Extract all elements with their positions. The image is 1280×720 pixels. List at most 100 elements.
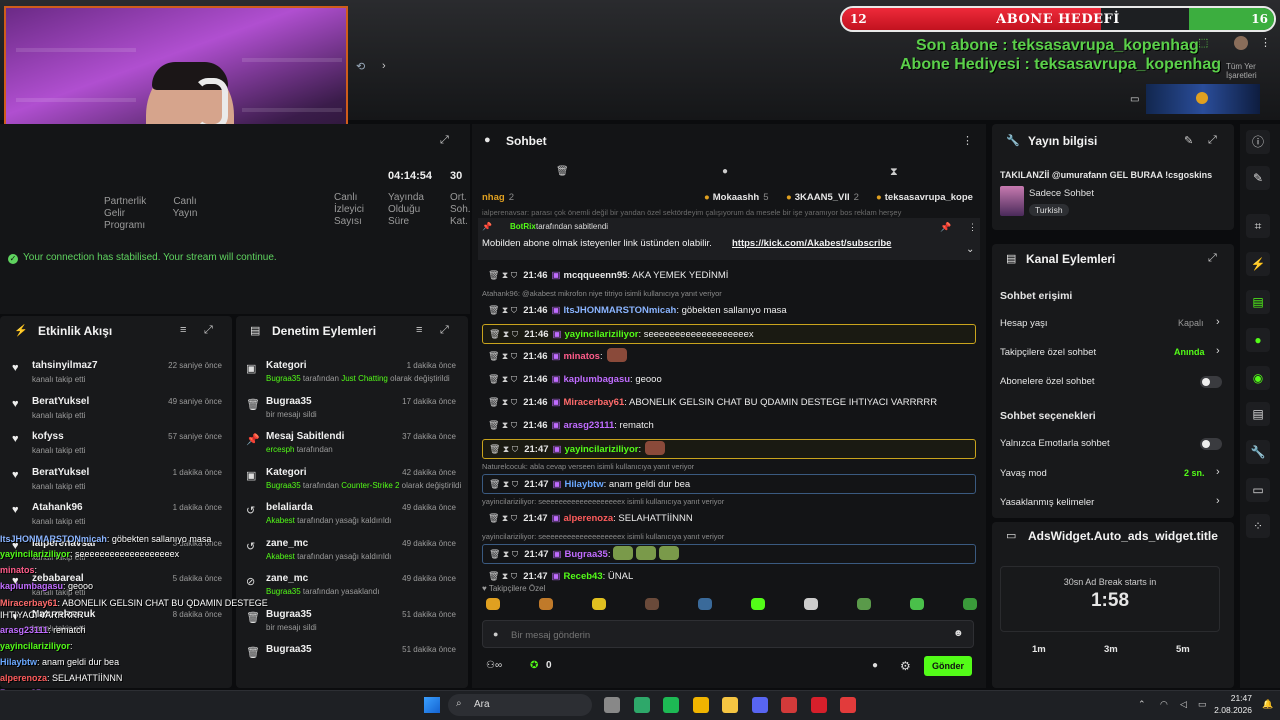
moderation-actor[interactable]: Bugraa35 xyxy=(266,481,301,490)
chevron-right-icon[interactable]: › xyxy=(1216,495,1220,507)
widgets-icon[interactable]: ⁘ xyxy=(1246,514,1270,538)
users-icon[interactable]: ⚇∞ xyxy=(486,660,502,671)
profile-avatar[interactable] xyxy=(1234,36,1248,50)
points-icon[interactable]: ✪ xyxy=(530,660,538,671)
activity-user[interactable]: Atahank96 xyxy=(32,502,83,513)
chat-bubble-icon[interactable]: ● xyxy=(872,660,878,671)
message-mod-icons[interactable]: 🗑 ⧗ ⛉ xyxy=(489,329,518,339)
slow-mode-value[interactable]: 2 sn. xyxy=(1184,468,1205,478)
pin-icon[interactable]: 📌 xyxy=(940,222,951,233)
file-explorer-icon[interactable] xyxy=(604,697,620,713)
message-user[interactable]: ItsJHONMARSTONmicah xyxy=(564,305,677,316)
emote-picker-emote[interactable] xyxy=(592,598,606,610)
emote-picker-emote[interactable] xyxy=(645,598,659,610)
emote-only-toggle[interactable] xyxy=(1200,438,1222,450)
ad-option-1m[interactable]: 1m xyxy=(1032,644,1046,655)
folder-icon[interactable] xyxy=(722,697,738,713)
chat-icon[interactable]: ● xyxy=(1246,328,1270,352)
followers-only-value[interactable]: Anında xyxy=(1174,347,1205,357)
message-user[interactable]: arasg23111 xyxy=(564,420,615,431)
activity-user[interactable]: tahsinyilmaz7 xyxy=(32,360,98,371)
chevron-right-icon[interactable]: › xyxy=(1216,466,1220,478)
filter-icon[interactable]: ≡ xyxy=(416,324,422,336)
chevron-right-icon[interactable]: › xyxy=(1216,316,1220,328)
moderation-actor[interactable]: ercesph xyxy=(266,445,294,454)
chrome-icon[interactable] xyxy=(692,697,709,713)
message-mod-icons[interactable]: 🗑 ⧗ ⛉ xyxy=(488,305,517,315)
vr-icon[interactable]: ▭ xyxy=(1130,94,1139,105)
info-icon[interactable]: ⓘ xyxy=(1246,130,1270,154)
chat-message-field[interactable] xyxy=(511,627,931,643)
ad-option-3m[interactable]: 3m xyxy=(1104,644,1118,655)
emote-picker-emote[interactable] xyxy=(751,598,765,610)
chat-menu-icon[interactable]: ⋮ xyxy=(962,134,973,147)
discord-icon[interactable] xyxy=(751,697,768,713)
refresh-icon[interactable]: ⟲ xyxy=(356,60,365,73)
popout-icon[interactable]: ⤢ xyxy=(1208,252,1217,265)
expand-icon[interactable]: ⤢ xyxy=(440,134,449,147)
emote-picker-emote[interactable] xyxy=(539,598,553,610)
edit-pencil-icon[interactable]: ✎ xyxy=(1184,134,1193,147)
top-user[interactable]: ● teksasavrupa_kope xyxy=(876,192,977,203)
activity-user[interactable]: BeratYuksel xyxy=(32,396,89,407)
moderation-actor[interactable]: Akabest xyxy=(266,516,295,525)
notification-icon[interactable]: 🔔 xyxy=(1262,699,1273,710)
message-user[interactable]: Receb43 xyxy=(564,571,603,582)
message-user[interactable]: Miracerbay61 xyxy=(564,397,625,408)
emote-picker-emote[interactable] xyxy=(963,598,977,610)
moderation-actor[interactable]: Akabest xyxy=(266,552,295,561)
message-user[interactable]: mcqqueenn95 xyxy=(564,270,628,281)
activity-user[interactable]: kofyss xyxy=(32,431,64,442)
top-user[interactable]: ● 3KAAN5_VII 2 xyxy=(786,192,859,203)
message-mod-icons[interactable]: 🗑 ⧗ ⛉ xyxy=(488,351,517,361)
message-mod-icons[interactable]: 🗑 ⧗ ⛉ xyxy=(488,420,517,430)
tray-chevron-icon[interactable]: ⌃ xyxy=(1138,699,1146,710)
message-mod-icons[interactable]: 🗑 ⧗ ⛉ xyxy=(489,479,518,489)
message-mod-icons[interactable]: 🗑 ⧗ ⛉ xyxy=(488,397,517,407)
top-user[interactable]: ● Mokaashh 5 xyxy=(704,192,769,203)
popout-icon[interactable]: ⤢ xyxy=(1208,134,1217,147)
battery-icon[interactable]: ▭ xyxy=(1198,699,1207,710)
volume-icon[interactable]: ◁ xyxy=(1180,699,1187,710)
chat-input[interactable]: ● ☻ xyxy=(482,620,974,648)
bolt-icon[interactable]: ⚡ xyxy=(1246,252,1270,276)
server-icon[interactable]: ▤ xyxy=(1246,402,1270,426)
chevron-down-icon[interactable]: ⌄ xyxy=(966,244,974,255)
spotify-icon[interactable] xyxy=(663,697,679,713)
activity-user[interactable]: BeratYuksel xyxy=(32,467,89,478)
crop-icon[interactable]: ⌗ xyxy=(1246,214,1270,238)
moderation-actor[interactable]: Bugraa35 xyxy=(266,587,301,596)
emote-picker-emote[interactable] xyxy=(486,598,500,610)
emote-picker-emote[interactable] xyxy=(698,598,712,610)
chat-icon[interactable]: ● xyxy=(722,166,728,177)
clock-date[interactable]: 2.08.2026 xyxy=(1208,705,1252,715)
message-mod-icons[interactable]: 🗑 ⧗ ⛉ xyxy=(488,513,517,523)
window-icon[interactable]: ▭ xyxy=(1246,478,1270,502)
ad-option-5m[interactable]: 5m xyxy=(1176,644,1190,655)
pinned-link[interactable]: https://kick.com/Akabest/subscribe xyxy=(732,238,891,249)
wrench-icon[interactable]: 🔧 xyxy=(1246,440,1270,464)
emote-picker-emote[interactable] xyxy=(804,598,818,610)
message-user[interactable]: alperenoza xyxy=(564,513,614,524)
hourglass-icon[interactable]: ⧗ xyxy=(890,166,898,179)
message-user[interactable]: kaplumbagasu xyxy=(564,374,631,385)
menu-kebab-icon[interactable]: ⋮ xyxy=(1260,36,1271,49)
trash-icon[interactable]: 🗑 xyxy=(556,166,569,177)
message-user[interactable]: minatos xyxy=(564,351,600,362)
account-age-value[interactable]: Kapalı xyxy=(1178,318,1204,328)
app-icon[interactable] xyxy=(840,697,856,713)
top-user[interactable]: nhag 2 xyxy=(482,192,514,203)
bookmarks-label[interactable]: Tüm Yer İşaretleri xyxy=(1226,62,1280,80)
message-mod-icons[interactable]: 🗑 ⧗ ⛉ xyxy=(489,549,518,559)
settings-gear-icon[interactable]: ⚙ xyxy=(900,659,911,673)
extension-icon[interactable]: ⬚ xyxy=(1198,36,1208,49)
app-icon[interactable] xyxy=(781,697,797,713)
message-mod-icons[interactable]: 🗑 ⧗ ⛉ xyxy=(488,374,517,384)
message-user[interactable]: Bugraa35 xyxy=(565,549,608,560)
wifi-icon[interactable]: ◠ xyxy=(1160,699,1168,710)
moderation-actor[interactable]: Bugraa35 xyxy=(266,374,301,383)
broadcast-icon[interactable]: ◉ xyxy=(1246,366,1270,390)
whatsapp-icon[interactable] xyxy=(633,697,650,713)
clipboard-icon[interactable]: ▤ xyxy=(1246,290,1270,314)
forward-icon[interactable]: › xyxy=(382,60,386,72)
